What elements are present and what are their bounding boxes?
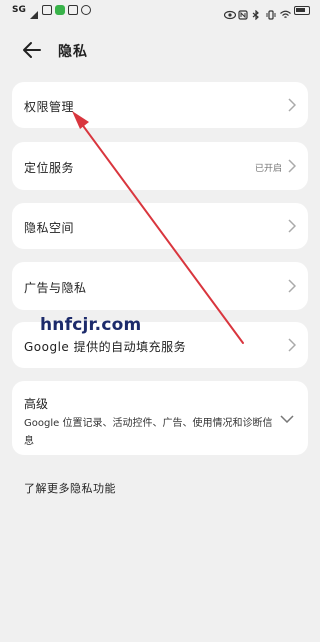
signal-icon bbox=[29, 5, 39, 19]
status-bar: SG bbox=[0, 0, 320, 24]
item-label: 权限管理 bbox=[24, 100, 75, 114]
vibrate-icon bbox=[266, 5, 276, 20]
notification-app-icon bbox=[41, 5, 52, 15]
advanced-item[interactable]: 高级 Google 位置记录、活动控件、广告、使用情况和诊断信息 bbox=[12, 381, 308, 455]
site-watermark: hnfcjr.com bbox=[40, 315, 142, 335]
eye-icon bbox=[223, 5, 237, 20]
status-bar-left: SG bbox=[12, 5, 91, 19]
ads-and-privacy-item[interactable]: 广告与隐私 bbox=[12, 262, 308, 310]
nfc-icon bbox=[238, 5, 248, 20]
wechat-icon bbox=[54, 5, 65, 15]
notification-box-icon bbox=[67, 5, 78, 15]
battery-icon bbox=[294, 5, 310, 15]
arrow-left-icon bbox=[23, 42, 41, 58]
app-header: 隐私 bbox=[0, 30, 320, 70]
page-title: 隐私 bbox=[58, 44, 88, 60]
status-bar-right bbox=[223, 5, 310, 21]
item-label: Google 提供的自动填充服务 bbox=[24, 340, 187, 354]
chevron-right-icon bbox=[288, 219, 296, 233]
chevron-right-icon bbox=[288, 338, 296, 352]
advanced-title: 高级 bbox=[24, 397, 49, 411]
location-services-item[interactable]: 定位服务 已开启 bbox=[12, 142, 308, 190]
item-label: 隐私空间 bbox=[24, 221, 75, 235]
bluetooth-icon bbox=[252, 5, 262, 21]
network-indicator: SG bbox=[12, 5, 26, 15]
location-status-value: 已开启 bbox=[254, 164, 282, 174]
item-label: 广告与隐私 bbox=[24, 281, 87, 295]
privacy-settings-screen: SG 隐私 权限管理 定位服务 已开启 隐私空间 广告与隐私 Google 提供… bbox=[0, 0, 320, 642]
chevron-down-icon bbox=[280, 415, 294, 423]
private-space-item[interactable]: 隐私空间 bbox=[12, 203, 308, 249]
chevron-right-icon bbox=[288, 159, 296, 173]
item-label: 定位服务 bbox=[24, 161, 75, 175]
learn-more-privacy-link[interactable]: 了解更多隐私功能 bbox=[24, 480, 116, 496]
notification-circle-icon bbox=[80, 5, 91, 15]
chevron-right-icon bbox=[288, 279, 296, 293]
chevron-right-icon bbox=[288, 98, 296, 112]
wifi-icon bbox=[280, 5, 291, 18]
advanced-description: Google 位置记录、活动控件、广告、使用情况和诊断信息 bbox=[24, 418, 273, 447]
back-button[interactable] bbox=[20, 38, 44, 62]
permission-management-item[interactable]: 权限管理 bbox=[12, 82, 308, 128]
